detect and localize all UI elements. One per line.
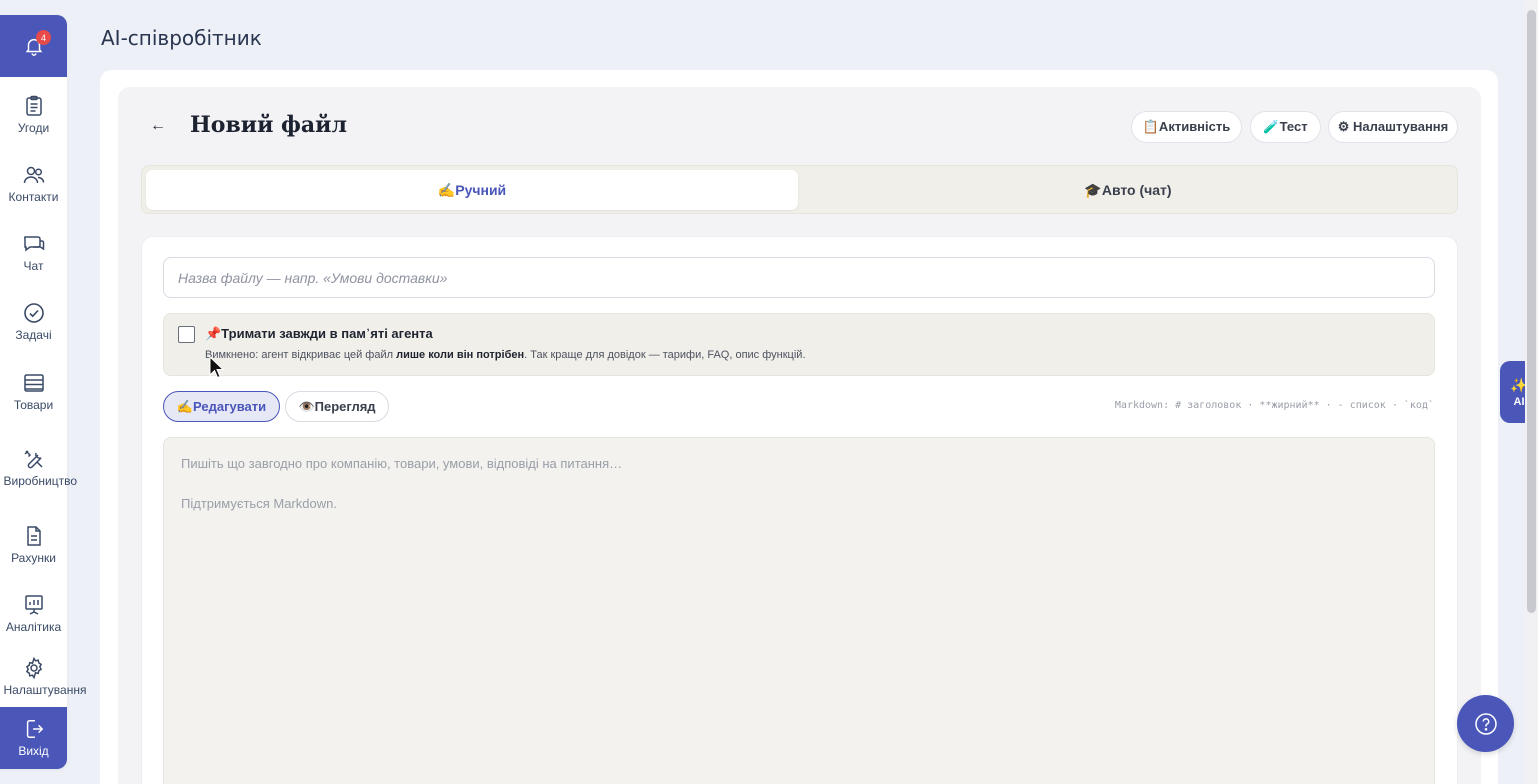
- editor-placeholder-line: Підтримується Markdown.: [181, 496, 337, 511]
- ai-button-label: AI: [1513, 395, 1525, 408]
- help-button[interactable]: [1457, 695, 1514, 752]
- check-circle-icon: [23, 303, 44, 323]
- editor-placeholder-line: Пишіть що завгодно про компанію, товари,…: [181, 456, 623, 471]
- document-icon: [26, 526, 41, 546]
- sidebar-item-settings[interactable]: Налаштування: [0, 656, 87, 697]
- memory-option-title: 📌Тримати завжди в пам᾽яті агента: [205, 326, 433, 341]
- help-icon: [1474, 712, 1497, 735]
- sidebar-item-label: Рахунки: [11, 551, 56, 565]
- gear-icon: [25, 656, 42, 680]
- sidebar-item-products[interactable]: Товари: [0, 371, 67, 412]
- chart-board-icon: [24, 595, 43, 615]
- sidebar-item-label: Чат: [23, 259, 44, 273]
- tools-icon: [23, 450, 43, 469]
- logout-button[interactable]: Вихід: [0, 707, 67, 769]
- users-icon: [23, 166, 44, 184]
- page-title: AI-співробітник: [101, 26, 262, 50]
- markdown-hint: Markdown: # заголовок · **жирний** · - с…: [1114, 400, 1434, 411]
- logout-icon: [26, 720, 43, 738]
- sidebar: 4 Угоди Контакти Чат Задачі Товари Вироб…: [0, 15, 87, 769]
- sidebar-item-deals[interactable]: Угоди: [0, 94, 67, 135]
- sidebar-item-label: Задачі: [15, 328, 52, 342]
- sidebar-item-label: Аналітика: [5, 620, 62, 634]
- sidebar-item-label: Контакти: [8, 190, 59, 204]
- back-button[interactable]: ←: [150, 117, 166, 135]
- clipboard-icon: [25, 95, 42, 116]
- chat-icon: [23, 236, 44, 252]
- notification-badge: 4: [36, 30, 51, 45]
- mouse-cursor-icon: [209, 356, 225, 379]
- tab-manual[interactable]: ✍️Ручний: [146, 170, 798, 210]
- sidebar-item-invoices[interactable]: Рахунки: [0, 524, 67, 565]
- settings-button[interactable]: ⚙ Налаштування: [1328, 111, 1458, 143]
- test-button[interactable]: 🧪Тест: [1250, 111, 1321, 143]
- sidebar-item-label: Налаштування: [3, 683, 87, 697]
- file-name-input[interactable]: [163, 257, 1435, 298]
- sidebar-item-label: Виробництво: [3, 474, 78, 488]
- content-editor[interactable]: Пишіть що завгодно про компанію, товари,…: [163, 437, 1435, 784]
- sidebar-item-label: Товари: [13, 398, 54, 412]
- sidebar-item-analytics[interactable]: Аналітика: [0, 593, 67, 634]
- memory-option-box: [163, 313, 1435, 376]
- preview-mode-button[interactable]: 👁️Перегляд: [285, 391, 389, 422]
- file-title: Новий файл: [190, 112, 347, 138]
- memory-checkbox[interactable]: [178, 326, 195, 343]
- sidebar-item-contacts[interactable]: Контакти: [0, 163, 67, 204]
- sidebar-item-chat[interactable]: Чат: [0, 232, 67, 273]
- scrollbar-thumb[interactable]: [1527, 10, 1536, 613]
- notifications-button[interactable]: 4: [0, 15, 67, 77]
- sidebar-item-production[interactable]: Виробництво: [0, 447, 78, 488]
- logout-label: Вихід: [18, 744, 49, 758]
- sidebar-item-label: Угоди: [17, 121, 50, 135]
- mode-tabs: ✍️Ручний 🎓Авто (чат): [141, 165, 1458, 214]
- table-icon: [23, 374, 44, 392]
- memory-option-description: Вимкнено: агент відкриває цей файл лише …: [205, 349, 806, 361]
- tab-auto-chat[interactable]: 🎓Авто (чат): [802, 170, 1454, 210]
- activity-button[interactable]: 📋Активність: [1131, 111, 1242, 143]
- sidebar-item-tasks[interactable]: Задачі: [0, 301, 67, 342]
- edit-mode-button[interactable]: ✍️Редагувати: [163, 391, 280, 422]
